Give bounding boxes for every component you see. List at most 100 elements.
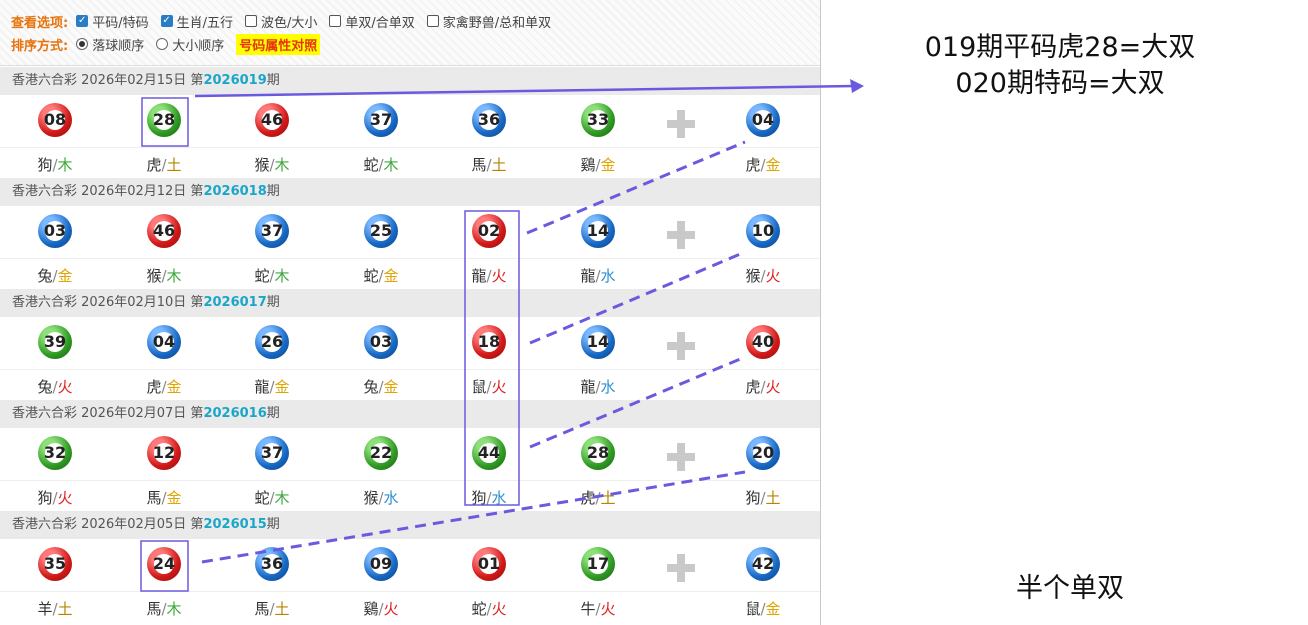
view-option-2[interactable]: 波色/大小 [244,12,317,31]
element: 土 [166,156,182,174]
checkbox[interactable] [160,15,173,27]
ball-cell: 12 馬/金 [110,428,218,511]
number-ball[interactable]: 04 [746,103,780,137]
zodiac: 狗 [37,489,53,507]
ball-cell: 03 兔/金 [327,317,435,400]
ball-attribute: 蛇/木 [218,487,326,508]
view-option-0[interactable]: 平码/特码 [76,12,149,31]
ball-number: 18 [477,332,501,351]
number-ball[interactable]: 12 [147,436,181,470]
number-ball[interactable]: 03 [38,214,72,248]
ball-cell: 46 猴/木 [218,95,326,178]
draw-header: 香港六合彩 2026年02月12日 第2026018期 [0,178,820,206]
number-ball[interactable]: 46 [255,103,289,137]
view-option-3[interactable]: 单双/合单双 [329,12,415,31]
number-ball[interactable]: 36 [255,547,289,581]
number-ball[interactable]: 01 [472,547,506,581]
number-ball[interactable]: 20 [746,436,780,470]
element: 金 [274,378,290,396]
ball-number: 33 [586,110,610,129]
view-option-1[interactable]: 生肖/五行 [160,12,233,31]
number-ball[interactable]: 14 [581,325,615,359]
zodiac: 蛇 [363,267,379,285]
number-ball[interactable]: 28 [581,436,615,470]
number-ball[interactable]: 32 [38,436,72,470]
ball-number: 28 [586,443,610,462]
number-ball[interactable]: 17 [581,547,615,581]
checkbox[interactable] [76,15,89,27]
draw-issue[interactable]: 2026015 [203,517,266,532]
ball-number: 14 [586,332,610,351]
ball-number: 42 [751,554,775,573]
number-ball[interactable]: 26 [255,325,289,359]
number-ball[interactable]: 46 [147,214,181,248]
checkbox[interactable] [329,15,342,27]
ball-attribute: 猴/木 [218,154,326,175]
zodiac: 龍 [580,378,596,396]
number-ball[interactable]: 08 [38,103,72,137]
number-ball[interactable]: 44 [472,436,506,470]
element: 金 [765,600,781,618]
number-ball[interactable]: 28 [147,103,181,137]
ball-attribute: 猴/水 [327,487,435,508]
number-ball[interactable]: 03 [364,325,398,359]
checkbox[interactable] [244,15,257,27]
checkbox[interactable] [426,15,439,27]
arrow-head-icon [850,79,864,93]
sort-option-1[interactable]: 大小顺序 [156,35,224,54]
radio-button[interactable] [156,38,169,50]
draw-date: 香港六合彩 2026年02月12日 第 [12,184,204,199]
ball-number: 36 [477,110,501,129]
ball-number: 01 [477,554,501,573]
number-ball[interactable]: 25 [364,214,398,248]
radio-button[interactable] [76,38,89,50]
number-ball[interactable]: 37 [255,214,289,248]
plus-icon [667,332,695,360]
number-ball[interactable]: 10 [746,214,780,248]
ball-attribute: 馬/金 [110,487,218,508]
number-ball[interactable]: 33 [581,103,615,137]
ball-number: 37 [260,443,284,462]
row-divider [0,591,820,592]
number-ball[interactable]: 24 [147,547,181,581]
ball-number: 17 [586,554,610,573]
zodiac: 鷄 [580,156,596,174]
draw-suffix: 期 [266,184,280,199]
view-option-label: 平码/特码 [92,15,149,31]
number-ball[interactable]: 42 [746,547,780,581]
zodiac: 蛇 [254,267,270,285]
number-ball[interactable]: 14 [581,214,615,248]
view-option-4[interactable]: 家禽野兽/总和单双 [426,12,551,31]
attr-table-button[interactable]: 号码属性对照 [236,33,321,55]
zodiac: 兔 [37,267,53,285]
number-ball[interactable]: 09 [364,547,398,581]
number-ball[interactable]: 37 [255,436,289,470]
draw-issue[interactable]: 2026018 [203,184,266,199]
element: 木 [57,156,73,174]
number-ball[interactable]: 04 [147,325,181,359]
sort-option-0[interactable]: 落球顺序 [76,35,144,54]
ball-number: 04 [152,332,176,351]
element: 金 [383,378,399,396]
number-ball[interactable]: 22 [364,436,398,470]
zodiac: 猴 [745,267,761,285]
draw-issue[interactable]: 2026017 [203,295,266,310]
ball-cell: 36 馬/土 [435,95,543,178]
zodiac: 猴 [146,267,162,285]
number-ball[interactable]: 40 [746,325,780,359]
draw-issue[interactable]: 2026019 [203,73,266,88]
annotation-note-line-2: 020期特码=大双 [955,68,1165,99]
ball-number: 44 [477,443,501,462]
element: 金 [600,156,616,174]
number-ball[interactable]: 02 [472,214,506,248]
number-ball[interactable]: 18 [472,325,506,359]
number-ball[interactable]: 37 [364,103,398,137]
zodiac: 馬 [146,600,162,618]
zodiac: 鼠 [745,600,761,618]
number-ball[interactable]: 39 [38,325,72,359]
draw-issue[interactable]: 2026016 [203,406,266,421]
sort-options-list: 落球顺序 大小顺序 [76,35,236,54]
ball-number: 14 [586,221,610,240]
number-ball[interactable]: 35 [38,547,72,581]
number-ball[interactable]: 36 [472,103,506,137]
